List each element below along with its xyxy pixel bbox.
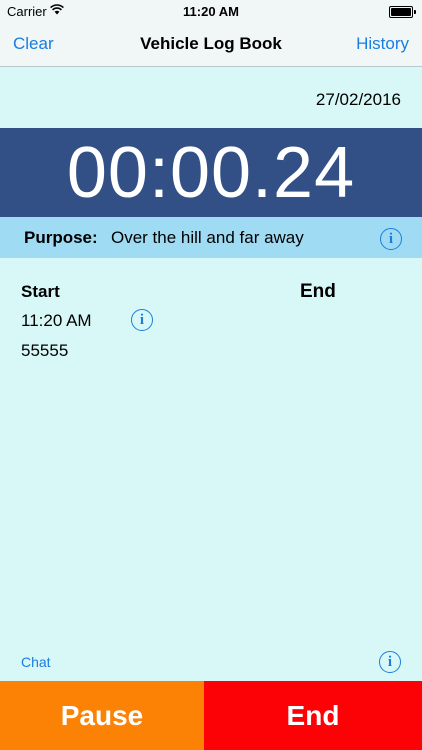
purpose-info-icon[interactable]: i	[380, 228, 402, 250]
end-label: End	[300, 281, 336, 302]
status-time: 11:20 AM	[183, 4, 239, 19]
action-bar: Pause End	[0, 681, 422, 750]
purpose-bar[interactable]: Purpose: Over the hill and far away i	[0, 217, 422, 258]
history-button[interactable]: History	[356, 34, 409, 54]
purpose-label: Purpose:	[24, 228, 98, 247]
status-bar: Carrier 11:20 AM	[0, 0, 422, 22]
trip-date: 27/02/2016	[315, 90, 401, 109]
info-icon[interactable]: i	[379, 651, 401, 673]
start-odometer: 55555	[21, 341, 69, 360]
elapsed-timer: 00:00.24	[0, 128, 422, 217]
start-info-icon[interactable]: i	[131, 309, 153, 331]
start-label: Start	[21, 282, 60, 301]
navigation-bar: Clear Vehicle Log Book History	[0, 22, 422, 67]
start-time: 11:20 AM	[21, 311, 92, 330]
pause-button[interactable]: Pause	[0, 681, 204, 750]
purpose-value: Over the hill and far away	[111, 228, 304, 247]
end-button[interactable]: End	[204, 681, 422, 750]
chat-link[interactable]: Chat	[21, 654, 51, 670]
battery-icon	[389, 6, 416, 18]
